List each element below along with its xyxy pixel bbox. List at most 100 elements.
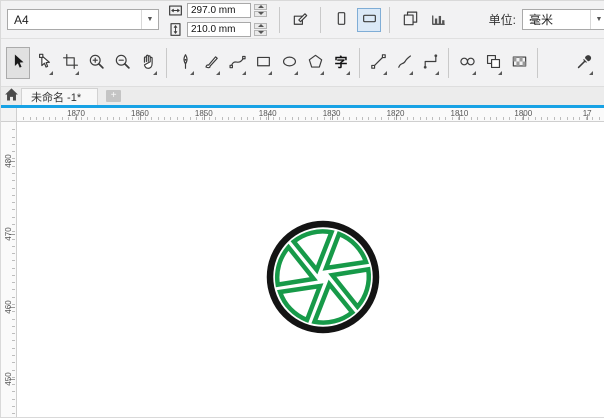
ruler-origin-corner[interactable]: [1, 108, 17, 122]
current-page-icon: [430, 10, 447, 30]
ruler-label: 1830: [322, 109, 341, 118]
portrait-icon: [333, 10, 350, 30]
zoom-out-icon: [114, 53, 131, 73]
vertical-ruler[interactable]: 480 470 460 450: [1, 122, 17, 417]
blend-tool[interactable]: [455, 47, 479, 79]
ruler-tick: [406, 117, 408, 120]
ruler-tick: [253, 117, 255, 120]
ruler-tick: [310, 117, 312, 120]
ruler-tick: [509, 117, 510, 120]
ruler-label: 17: [582, 109, 592, 118]
ruler-tick: [553, 117, 555, 120]
ruler-tick: [112, 117, 114, 120]
ruler-tick: [12, 151, 15, 153]
ruler-row: 1870 1860 1850 1840 1830 1820 1810 1800 17: [1, 108, 604, 122]
pan-tool[interactable]: [136, 47, 160, 79]
property-bar: A4 单位: 毫米: [1, 1, 604, 39]
bspline-icon: [228, 53, 246, 73]
ruler-tick: [189, 117, 191, 120]
line-icon: [370, 53, 387, 73]
horizontal-ruler[interactable]: 1870 1860 1850 1840 1830 1820 1810 1800 17: [17, 108, 604, 122]
zoom-in-tool[interactable]: [84, 47, 108, 79]
ruler-tick: [342, 117, 344, 120]
text-tool[interactable]: 字: [329, 47, 353, 79]
page-width-spinner[interactable]: [254, 3, 267, 17]
contour-tool[interactable]: [481, 47, 505, 79]
ruler-tick: [566, 117, 568, 120]
line-tool[interactable]: [366, 47, 390, 79]
page-edit-button[interactable]: [288, 8, 312, 32]
units-dropdown[interactable]: 毫米: [522, 9, 604, 30]
main-area: 480 470 460 450: [1, 122, 604, 417]
brush-icon: [203, 53, 220, 73]
ruler-label: 460: [4, 299, 13, 314]
ruler-tick: [12, 187, 15, 189]
ruler-tick: [12, 180, 15, 182]
crop-tool[interactable]: [58, 47, 82, 79]
eyedropper-icon: [576, 53, 593, 73]
ruler-tick: [42, 117, 44, 120]
ruler-tick: [247, 117, 248, 120]
ruler-tick: [234, 117, 236, 120]
flyout-caret-icon: [435, 70, 439, 75]
canvas[interactable]: [17, 122, 604, 417]
ruler-tick: [100, 117, 102, 120]
ruler-tick: [413, 117, 415, 120]
pen-nib-tool[interactable]: [173, 47, 197, 79]
ruler-tick: [12, 318, 15, 320]
separator: [320, 6, 321, 33]
shape-tool[interactable]: [32, 47, 56, 79]
bspline-tool[interactable]: [225, 47, 249, 79]
freehand-icon: [396, 53, 413, 73]
ruler-tick: [23, 117, 25, 120]
ruler-tick: [317, 117, 319, 120]
new-page-button[interactable]: +: [106, 90, 122, 102]
ellipse-tool[interactable]: [277, 47, 301, 79]
logo-graphic[interactable]: [262, 216, 384, 338]
ruler-tick: [12, 398, 15, 400]
document-tab[interactable]: 未命名 -1*: [21, 88, 99, 105]
portrait-button[interactable]: [329, 8, 353, 32]
ruler-label: 450: [4, 372, 13, 387]
units-group: 单位: 毫米: [489, 9, 604, 30]
page-size-preset-dropdown[interactable]: A4: [7, 9, 159, 30]
page-height-spinner[interactable]: [254, 22, 267, 36]
ruler-tick: [176, 117, 178, 120]
ruler-tick: [240, 117, 242, 120]
rectangle-tool[interactable]: [251, 47, 275, 79]
home-button[interactable]: [1, 87, 21, 105]
page-width-icon: [167, 2, 184, 19]
ruler-tick: [215, 117, 217, 120]
page-height-input[interactable]: [187, 21, 251, 37]
freehand-tool[interactable]: [392, 47, 416, 79]
ruler-label: 1810: [450, 109, 469, 118]
ruler-tick: [349, 117, 351, 120]
propbar-buttons: [275, 6, 450, 33]
flyout-caret-icon: [153, 70, 157, 75]
ruler-label: 1840: [258, 109, 277, 118]
transparency-tool[interactable]: [507, 47, 531, 79]
eyedropper-tool[interactable]: [572, 47, 596, 79]
ruler-tick: [381, 117, 383, 120]
polygon-tool[interactable]: [303, 47, 327, 79]
ruler-tick: [419, 117, 421, 120]
flyout-caret-icon: [409, 70, 413, 75]
connector-tool[interactable]: [418, 47, 442, 79]
ruler-tick: [547, 117, 549, 120]
flyout-caret-icon: [49, 70, 53, 75]
page-width-input[interactable]: [187, 2, 251, 18]
current-page-button[interactable]: [426, 8, 450, 32]
ruler-tick: [12, 362, 15, 364]
all-pages-button[interactable]: [398, 8, 422, 32]
landscape-button[interactable]: [357, 7, 381, 32]
home-icon: [3, 86, 20, 106]
ruler-tick: [164, 117, 165, 120]
ruler-tick: [55, 117, 57, 120]
ruler-tick: [12, 355, 15, 356]
flyout-caret-icon: [190, 70, 194, 75]
ruler-label: 1860: [130, 109, 149, 118]
pick-tool[interactable]: [6, 46, 30, 79]
brush-tool[interactable]: [199, 47, 223, 79]
ruler-tick: [362, 117, 364, 120]
zoom-out-tool[interactable]: [110, 47, 134, 79]
